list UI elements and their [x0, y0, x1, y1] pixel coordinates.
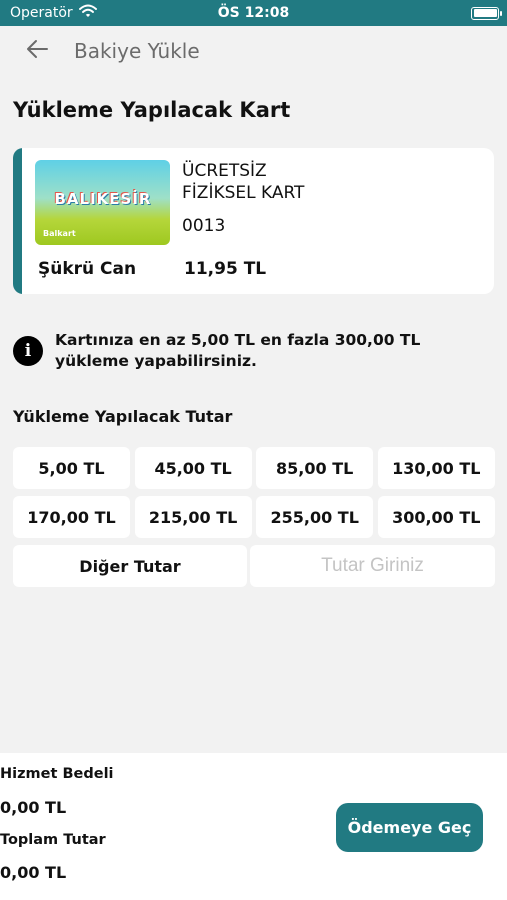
amount-option[interactable]: 45,00 TL: [134, 447, 252, 489]
info-icon: i: [13, 336, 43, 366]
selected-card[interactable]: BALIKESİR Balkart ÜCRETSİZ FİZİKSEL KART…: [13, 148, 494, 294]
wifi-icon: [78, 4, 97, 22]
amount-grid: 5,00 TL 45,00 TL 85,00 TL 130,00 TL 170,…: [13, 447, 495, 538]
amount-option[interactable]: 255,00 TL: [256, 496, 374, 538]
card-accent-bar: [13, 148, 22, 294]
card-image: BALIKESİR Balkart: [35, 160, 170, 245]
nav-bar: Bakiye Yükle: [0, 26, 507, 76]
card-type-line2: FİZİKSEL KART: [182, 183, 305, 203]
carrier-label: Operatör: [10, 5, 73, 21]
page-title: Bakiye Yükle: [74, 39, 200, 63]
amount-option[interactable]: 130,00 TL: [377, 447, 495, 489]
amount-option[interactable]: 170,00 TL: [13, 496, 130, 538]
total-label: Toplam Tutar: [0, 832, 106, 848]
card-type-line1: ÜCRETSİZ: [182, 161, 267, 181]
total-value: 0,00 TL: [0, 863, 67, 882]
card-type: ÜCRETSİZ FİZİKSEL KART: [182, 160, 362, 204]
proceed-to-payment-button[interactable]: Ödemeye Geç: [336, 803, 483, 852]
info-notice: i Kartınıza en az 5,00 TL en fazla 300,0…: [13, 330, 494, 372]
card-section-title: Yükleme Yapılacak Kart: [13, 98, 291, 122]
other-amount-button[interactable]: Diğer Tutar: [13, 545, 247, 587]
card-image-logo: BALIKESİR: [54, 190, 152, 208]
info-text: Kartınıza en az 5,00 TL en fazla 300,00 …: [55, 331, 421, 370]
card-owner: Şükrü Can: [38, 259, 137, 279]
amount-option[interactable]: 5,00 TL: [13, 447, 130, 489]
card-balance: 11,95 TL: [184, 259, 267, 279]
card-image-brand: Balkart: [43, 229, 76, 238]
service-fee-value: 0,00 TL: [0, 798, 67, 817]
back-button[interactable]: [12, 29, 62, 73]
service-fee-label: Hizmet Bedeli: [0, 766, 114, 782]
status-left: Operatör: [10, 4, 97, 22]
arrow-left-icon: [25, 39, 49, 63]
status-bar: Operatör ÖS 12:08: [0, 0, 507, 26]
amount-option[interactable]: 300,00 TL: [377, 496, 495, 538]
amount-label: Yükleme Yapılacak Tutar: [13, 407, 233, 426]
other-amount-row: Diğer Tutar: [13, 545, 495, 587]
bottom-summary-panel: Hizmet Bedeli 0,00 TL Toplam Tutar 0,00 …: [0, 753, 507, 900]
amount-input[interactable]: [250, 545, 495, 587]
amount-option[interactable]: 215,00 TL: [134, 496, 252, 538]
battery-icon: [471, 6, 502, 20]
card-number: 0013: [182, 216, 226, 236]
amount-option[interactable]: 85,00 TL: [256, 447, 374, 489]
